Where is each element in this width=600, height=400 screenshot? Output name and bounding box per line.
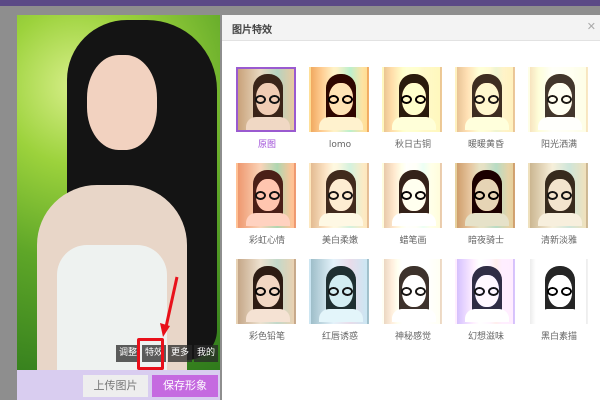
effect-item[interactable]: 秋日古铜 bbox=[382, 67, 444, 151]
avatar-editor: 调整 特效 更多 我的 上传图片 保存形象 bbox=[17, 15, 220, 400]
effect-thumbnail bbox=[382, 259, 442, 324]
effect-label: 红唇诱惑 bbox=[321, 332, 358, 342]
effect-thumbnail bbox=[236, 163, 296, 228]
effect-thumbnail bbox=[236, 259, 296, 324]
effect-thumbnail bbox=[309, 259, 369, 324]
effect-thumbnail bbox=[309, 163, 369, 228]
effect-thumbnail bbox=[528, 67, 588, 132]
effect-thumbnail bbox=[382, 163, 442, 228]
effect-item[interactable]: 红唇诱惑 bbox=[309, 259, 371, 343]
effect-item[interactable]: 原图 bbox=[236, 67, 298, 151]
effect-thumbnail bbox=[528, 163, 588, 228]
effect-thumbnail bbox=[382, 67, 442, 132]
effect-item[interactable]: 清新淡雅 bbox=[528, 163, 590, 247]
dialog-header: 图片特效 ✕ bbox=[222, 15, 600, 41]
effect-label: 阳光洒满 bbox=[540, 140, 577, 150]
avatar-photo: 调整 特效 更多 我的 bbox=[17, 15, 220, 370]
effect-label: 美白柔嫩 bbox=[321, 236, 358, 246]
effect-item[interactable]: 幻想滋味 bbox=[455, 259, 517, 343]
effect-thumbnail bbox=[528, 259, 588, 324]
dialog-title: 图片特效 bbox=[232, 25, 272, 36]
effect-label: 暖暖黄昏 bbox=[467, 140, 504, 150]
effect-label: 暗夜骑士 bbox=[467, 236, 504, 246]
effects-grid: 原图 lomo 秋日古铜 暖暖黄昏 阳光洒满彩虹心情 美白柔嫩 蜡笔画 暗夜骑士 清新淡雅彩色铅… bbox=[236, 67, 588, 343]
effect-item[interactable]: 蜡笔画 bbox=[382, 163, 444, 247]
effect-label: 彩色铅笔 bbox=[248, 332, 285, 342]
effect-thumbnail bbox=[455, 259, 515, 324]
effect-item[interactable]: 黑白素描 bbox=[528, 259, 590, 343]
effect-label: 清新淡雅 bbox=[540, 236, 577, 246]
editor-toolbar: 调整 特效 更多 我的 bbox=[115, 345, 218, 362]
tool-mine[interactable]: 我的 bbox=[193, 345, 218, 362]
effect-label: 黑白素描 bbox=[540, 332, 577, 342]
effect-item[interactable]: 彩色铅笔 bbox=[236, 259, 298, 343]
effect-thumbnail bbox=[309, 67, 369, 132]
effect-item[interactable]: 美白柔嫩 bbox=[309, 163, 371, 247]
top-bar bbox=[0, 0, 600, 6]
effect-item[interactable]: 暗夜骑士 bbox=[455, 163, 517, 247]
effect-item[interactable]: 暖暖黄昏 bbox=[455, 67, 517, 151]
effect-item[interactable]: lomo bbox=[309, 67, 371, 151]
effect-item[interactable]: 神秘感觉 bbox=[382, 259, 444, 343]
highlight-box bbox=[137, 338, 164, 370]
tool-more[interactable]: 更多 bbox=[167, 345, 192, 362]
effect-thumbnail bbox=[455, 67, 515, 132]
effect-item[interactable]: 彩虹心情 bbox=[236, 163, 298, 247]
effect-label: 原图 bbox=[257, 140, 276, 150]
effect-thumbnail bbox=[455, 163, 515, 228]
effects-dialog: 图片特效 ✕ 原图 lomo 秋日古铜 暖暖黄昏 阳光洒满彩虹心情 美白柔嫩 蜡笔画 暗夜骑士… bbox=[222, 15, 600, 400]
upload-image-button[interactable]: 上传图片 bbox=[83, 375, 148, 397]
effect-thumbnail bbox=[236, 67, 296, 132]
effect-item[interactable]: 阳光洒满 bbox=[528, 67, 590, 151]
effect-label: 幻想滋味 bbox=[467, 332, 504, 342]
effect-label: 秋日古铜 bbox=[394, 140, 431, 150]
save-avatar-button[interactable]: 保存形象 bbox=[152, 375, 218, 397]
effect-label: 彩虹心情 bbox=[248, 236, 285, 246]
effect-label: lomo bbox=[328, 140, 352, 150]
effect-label: 蜡笔画 bbox=[399, 236, 427, 246]
close-icon[interactable]: ✕ bbox=[587, 20, 596, 33]
effect-label: 神秘感觉 bbox=[394, 332, 431, 342]
